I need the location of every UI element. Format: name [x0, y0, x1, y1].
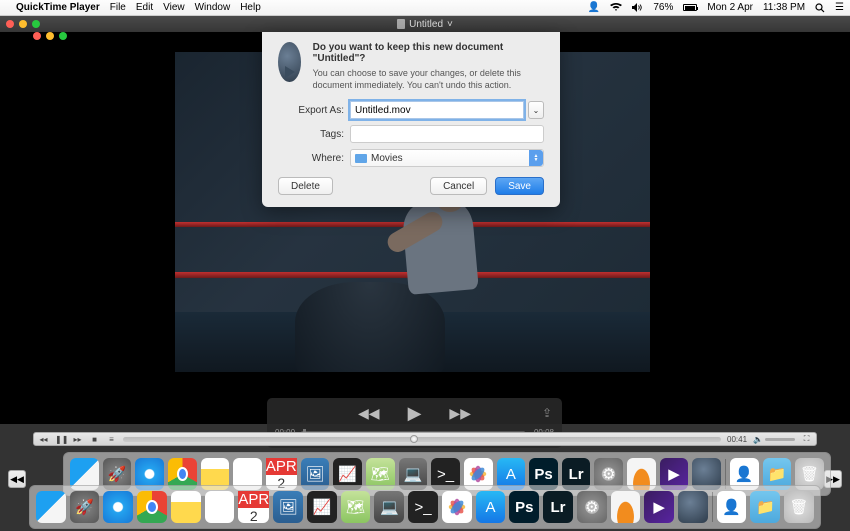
window-close-button[interactable] — [6, 20, 14, 28]
pb-seek-knob[interactable] — [410, 435, 418, 443]
dock2-divider — [712, 492, 713, 522]
delete-button[interactable]: Delete — [278, 177, 333, 195]
dock2-appstore-icon[interactable]: A — [476, 491, 506, 523]
save-button[interactable]: Save — [495, 177, 544, 195]
folder-icon — [355, 154, 367, 163]
inner-minimize-button[interactable] — [46, 32, 54, 40]
player-control-bar: ◂◂ ❚❚ ▸▸ ■ ≡ 00:41 🔈 ⛶ — [33, 432, 817, 446]
play-button[interactable]: ▶ — [408, 403, 422, 424]
menu-view[interactable]: View — [163, 2, 185, 13]
dock2-photos-icon[interactable] — [442, 491, 472, 523]
pb-next-button[interactable]: ▸▸ — [72, 435, 83, 444]
dock2-settings-icon[interactable]: ⚙ — [577, 491, 607, 523]
save-dialog: Do you want to keep this new document "U… — [262, 32, 560, 207]
dock2-preview-icon[interactable]: 🖼 — [273, 491, 303, 523]
where-value: Movies — [371, 153, 403, 164]
title-chevron-icon[interactable]: ˅ — [447, 19, 453, 30]
notification-center-icon[interactable]: ☰ — [835, 2, 844, 13]
dock2-quicktime-icon[interactable] — [678, 491, 708, 523]
date-text[interactable]: Mon 2 Apr — [707, 2, 753, 13]
cancel-button[interactable]: Cancel — [430, 177, 487, 195]
window-title[interactable]: Untitled — [409, 19, 443, 30]
dock-expand-left[interactable]: ◀◀ — [8, 470, 26, 488]
dock2-reminders-icon[interactable]: ☑ — [205, 491, 235, 523]
expand-save-panel-button[interactable]: ⌄ — [528, 101, 544, 119]
user-menu-icon[interactable]: 👤 — [588, 2, 600, 13]
menu-help[interactable]: Help — [240, 2, 261, 13]
rewind-button[interactable]: ◀◀ — [358, 405, 380, 422]
wifi-icon[interactable] — [610, 3, 622, 12]
dialog-description: You can choose to save your changes, or … — [313, 68, 544, 91]
system-menubar: QuickTime Player File Edit View Window H… — [0, 0, 850, 16]
window-maximize-button[interactable] — [32, 20, 40, 28]
inner-maximize-button[interactable] — [59, 32, 67, 40]
where-select[interactable]: Movies ▲▼ — [350, 149, 544, 167]
dock2-play-icon[interactable]: ▶ — [644, 491, 674, 523]
window-titlebar: Untitled ˅ — [0, 16, 850, 32]
pb-stop-button[interactable]: ■ — [89, 435, 100, 444]
dock2-contact-icon[interactable]: 👤 — [717, 491, 747, 523]
pb-prev-button[interactable]: ◂◂ — [38, 435, 49, 444]
menu-file[interactable]: File — [110, 2, 126, 13]
spotlight-icon[interactable] — [815, 3, 825, 13]
select-arrows-icon: ▲▼ — [529, 150, 543, 166]
dock2-notes-icon[interactable] — [171, 491, 201, 523]
share-button[interactable]: ⇪ — [542, 406, 552, 420]
dock-lower: 🚀 ☑ APR2 🖼 📈 🗺 💻 >_ A Ps Lr ⚙ ▶ 👤 📁 🗑 — [29, 485, 821, 529]
window-minimize-button[interactable] — [19, 20, 27, 28]
dock2-launchpad-icon[interactable]: 🚀 — [70, 491, 100, 523]
dock2-safari-icon[interactable] — [103, 491, 133, 523]
dock2-calendar-icon[interactable]: APR2 — [238, 491, 269, 523]
pb-playlist-button[interactable]: ≡ — [106, 435, 117, 444]
pb-fullscreen-button[interactable]: ⛶ — [801, 434, 812, 444]
document-icon — [397, 19, 405, 29]
dock2-trash-icon[interactable]: 🗑 — [784, 491, 814, 523]
tags-label: Tags: — [278, 129, 344, 140]
where-label: Where: — [278, 153, 344, 164]
app-name[interactable]: QuickTime Player — [16, 2, 100, 13]
pb-elapsed-time: 00:41 — [727, 435, 747, 444]
dock2-downloads-icon[interactable]: 📁 — [750, 491, 780, 523]
quicktime-app-icon — [278, 42, 301, 82]
pb-pause-button[interactable]: ❚❚ — [55, 435, 66, 444]
inner-window-controls — [33, 32, 67, 40]
time-text[interactable]: 11:38 PM — [763, 2, 805, 13]
tags-input[interactable] — [350, 125, 544, 143]
battery-percent: 76% — [653, 2, 673, 13]
export-as-input[interactable] — [350, 101, 524, 119]
pb-seek-track[interactable] — [123, 437, 721, 442]
dock2-stocks-icon[interactable]: 📈 — [307, 491, 337, 523]
export-as-label: Export As: — [278, 105, 344, 116]
dock2-chrome-icon[interactable] — [137, 491, 167, 523]
dock2-finder-icon[interactable] — [36, 491, 66, 523]
volume-icon[interactable] — [632, 3, 643, 12]
inner-close-button[interactable] — [33, 32, 41, 40]
dialog-headline: Do you want to keep this new document "U… — [313, 42, 544, 64]
battery-icon — [683, 4, 697, 11]
dock2-terminal-icon[interactable]: >_ — [408, 491, 438, 523]
menu-window[interactable]: Window — [195, 2, 231, 13]
dock2-maps-icon[interactable]: 🗺 — [341, 491, 371, 523]
pb-volume-control[interactable]: 🔈 — [753, 435, 795, 444]
fastforward-button[interactable]: ▶▶ — [449, 405, 471, 422]
dock2-migration-icon[interactable]: 💻 — [374, 491, 404, 523]
menu-edit[interactable]: Edit — [136, 2, 153, 13]
dock2-lightroom-icon[interactable]: Lr — [543, 491, 573, 523]
dock2-vlc-icon[interactable] — [611, 491, 641, 523]
dock2-photoshop-icon[interactable]: Ps — [509, 491, 539, 523]
